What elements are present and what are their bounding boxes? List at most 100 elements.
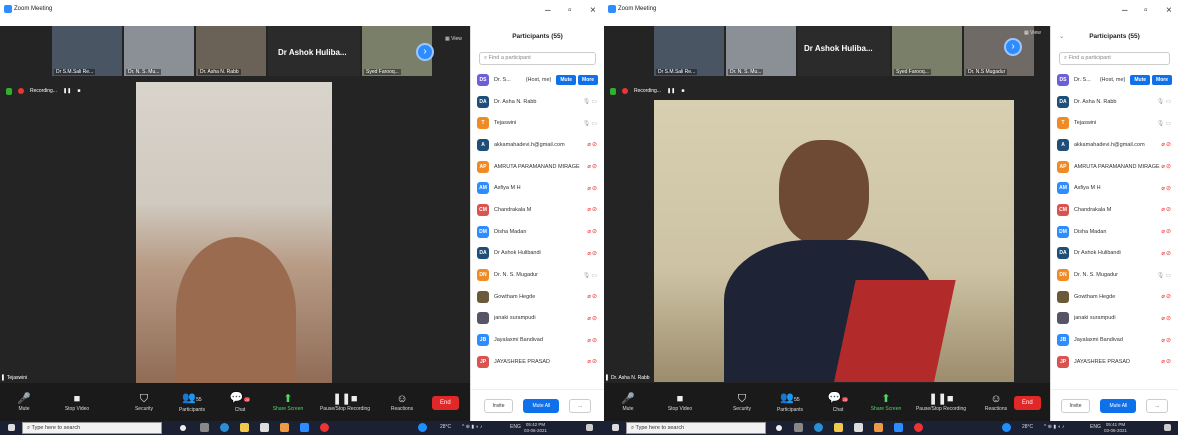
- participant-row[interactable]: DS Dr. S... (Host, me) Mute More: [471, 69, 604, 91]
- minimize-icon[interactable]: –: [1122, 5, 1128, 16]
- system-tray-icon[interactable]: [418, 423, 427, 432]
- cortana-icon[interactable]: [180, 425, 186, 431]
- tray-icons[interactable]: ^ ⊕ ▮ ◖ ♪: [462, 424, 482, 430]
- recording-control[interactable]: ❚❚■ Pause/Stop Recording: [312, 392, 378, 412]
- file-explorer-icon[interactable]: [240, 423, 249, 432]
- reactions-control[interactable]: ☺ Reactions: [378, 392, 426, 412]
- cortana-icon[interactable]: [776, 425, 782, 431]
- end-meeting-button[interactable]: End: [1014, 396, 1041, 410]
- zoom-taskbar-icon[interactable]: [300, 423, 309, 432]
- mute-all-button[interactable]: Mute All: [1100, 398, 1137, 413]
- maximize-icon[interactable]: ▫: [568, 5, 572, 16]
- participant-row[interactable]: AP AMRUTA PARAMANAND MIRAGE ⌀⊘: [1051, 156, 1178, 178]
- task-view-icon[interactable]: [794, 423, 803, 432]
- invite-button[interactable]: Invite: [483, 398, 514, 413]
- participant-row[interactable]: Gowtham Hegde ⌀⊘: [471, 286, 604, 308]
- more-options-button[interactable]: ...: [569, 398, 592, 413]
- participant-row[interactable]: janaki surampudi ⌀⊘: [471, 308, 604, 330]
- mute-all-button[interactable]: Mute All: [523, 398, 560, 413]
- mute-participant-button[interactable]: Mute: [556, 74, 577, 85]
- video-thumbnail[interactable]: Dr S.M.Sali Re...: [52, 26, 122, 76]
- participant-row[interactable]: DM Disha Madan ⌀⊘: [1051, 221, 1178, 243]
- edge-icon[interactable]: [814, 423, 823, 432]
- windows-start-icon[interactable]: [8, 424, 15, 431]
- participant-row[interactable]: Aakkamahadevi.h@gmail.com ⌀⊘: [1051, 134, 1178, 156]
- notification-icon[interactable]: [586, 424, 593, 431]
- view-button[interactable]: ▦ View: [1024, 30, 1041, 36]
- windows-start-icon[interactable]: [612, 424, 619, 431]
- share-screen-control[interactable]: ⬆ Share Screen: [862, 392, 910, 412]
- participant-row[interactable]: JP JAYASHREE PRASAD ⌀⊘: [471, 351, 604, 373]
- video-thumbnail[interactable]: Syed Farooq...: [892, 26, 962, 76]
- participant-row[interactable]: DN Dr. N. S. Mugadur 🎙▭: [1051, 264, 1178, 286]
- reactions-control[interactable]: ☺ Reactions: [972, 392, 1020, 412]
- participant-row[interactable]: JB Jayalaxmi Bandivad ⌀⊘: [1051, 329, 1178, 351]
- system-tray-icon[interactable]: [1002, 423, 1011, 432]
- participants-control[interactable]: 👥55 Participants: [766, 391, 814, 413]
- recording-control[interactable]: ❚❚■ Pause/Stop Recording: [910, 392, 972, 412]
- pause-icon[interactable]: ❚❚: [63, 88, 71, 94]
- video-thumbnail[interactable]: Dr. Asha N. Rabb: [196, 26, 266, 76]
- more-participant-button[interactable]: More: [578, 74, 598, 85]
- participant-row[interactable]: AP AMRUTA PARAMANAND MIRAGE ⌀⊘: [471, 156, 604, 178]
- view-button[interactable]: ▦ View: [445, 36, 462, 42]
- tray-icons[interactable]: ^ ⊕ ▮ ◖ ♪: [1044, 424, 1064, 430]
- pause-icon[interactable]: ❚❚: [667, 88, 675, 94]
- clock[interactable]: 05:41 PM 03-06-2021: [1104, 422, 1127, 434]
- search-input[interactable]: ⌕ Find a participant: [479, 52, 596, 65]
- video-thumbnail[interactable]: Dr. N. S. Mu...: [726, 26, 796, 76]
- invite-button[interactable]: Invite: [1060, 398, 1091, 413]
- end-meeting-button[interactable]: End: [432, 396, 459, 410]
- video-thumbnail-speaker[interactable]: Dr Ashok Huliba...: [268, 26, 360, 76]
- taskbar-search-input[interactable]: ⌕ Type here to search: [22, 422, 162, 434]
- close-icon[interactable]: ×: [1166, 5, 1172, 16]
- chrome-icon[interactable]: [914, 423, 923, 432]
- store-icon[interactable]: [854, 423, 863, 432]
- mute-control[interactable]: 🎤 Mute: [0, 392, 48, 412]
- notification-icon[interactable]: [1164, 424, 1171, 431]
- edge-icon[interactable]: [220, 423, 229, 432]
- file-explorer-icon[interactable]: [834, 423, 843, 432]
- next-page-icon[interactable]: ›: [416, 43, 434, 61]
- app-icon[interactable]: [280, 423, 289, 432]
- participant-row[interactable]: DN Dr. N. S. Mugadur 🎙▭: [471, 264, 604, 286]
- more-participant-button[interactable]: More: [1152, 74, 1172, 85]
- mute-control[interactable]: 🎤 Mute: [604, 392, 652, 412]
- participant-row[interactable]: DA Dr Ashok Hulibandi ⌀⊘: [1051, 243, 1178, 265]
- chat-control[interactable]: 💬28 Chat: [216, 391, 264, 413]
- participant-row[interactable]: DS Dr. S... (Host, me) Mute More: [1051, 69, 1178, 91]
- participant-row[interactable]: AM Asfiya M H ⌀⊘: [471, 177, 604, 199]
- app-icon[interactable]: [874, 423, 883, 432]
- participant-row[interactable]: JB Jayalaxmi Bandivad ⌀⊘: [471, 329, 604, 351]
- participant-row[interactable]: Aakkamahadevi.h@gmail.com ⌀⊘: [471, 134, 604, 156]
- mute-participant-button[interactable]: Mute: [1130, 74, 1151, 85]
- language-indicator[interactable]: ENG: [510, 424, 521, 430]
- taskbar-search-input[interactable]: ⌕ Type here to search: [626, 422, 766, 434]
- video-thumbnail[interactable]: Dr. N. S. Mu...: [124, 26, 194, 76]
- clock[interactable]: 05:42 PM 03-06-2021: [524, 422, 547, 434]
- video-thumbnail-speaker[interactable]: Dr Ashok Huliba...: [798, 26, 890, 76]
- chrome-icon[interactable]: [320, 423, 329, 432]
- zoom-taskbar-icon[interactable]: [894, 423, 903, 432]
- participant-row[interactable]: DA Dr Ashok Hulibandi ⌀⊘: [471, 243, 604, 265]
- stop-icon[interactable]: ■: [77, 88, 80, 94]
- participant-row[interactable]: Gowtham Hegde ⌀⊘: [1051, 286, 1178, 308]
- security-control[interactable]: ⛉ Security: [120, 392, 168, 412]
- participant-row[interactable]: T Tejaswini 🎙▭: [1051, 112, 1178, 134]
- participants-control[interactable]: 👥55 Participants: [168, 391, 216, 413]
- participant-row[interactable]: JP JAYASHREE PRASAD ⌀⊘: [1051, 351, 1178, 373]
- participant-row[interactable]: DM Disha Madan ⌀⊘: [471, 221, 604, 243]
- search-input[interactable]: ⌕ Find a participant: [1059, 52, 1170, 65]
- close-icon[interactable]: ×: [590, 5, 596, 16]
- security-control[interactable]: ⛉ Security: [718, 392, 766, 412]
- maximize-icon[interactable]: ▫: [1144, 5, 1148, 16]
- participant-row[interactable]: DA Dr. Asha N. Rabb 🎙▭: [1051, 91, 1178, 113]
- share-screen-control[interactable]: ⬆ Share Screen: [264, 392, 312, 412]
- chat-control[interactable]: 💬28 Chat: [814, 391, 862, 413]
- video-thumbnail[interactable]: Dr S.M.Sali Re...: [654, 26, 724, 76]
- participant-row[interactable]: DA Dr. Asha N. Rabb 🎙▭: [471, 91, 604, 113]
- chevron-down-icon[interactable]: ⌄: [1059, 26, 1064, 48]
- participant-row[interactable]: T Tejaswini 🎙▭: [471, 112, 604, 134]
- store-icon[interactable]: [260, 423, 269, 432]
- stop-video-control[interactable]: ■ Stop Video: [48, 392, 106, 412]
